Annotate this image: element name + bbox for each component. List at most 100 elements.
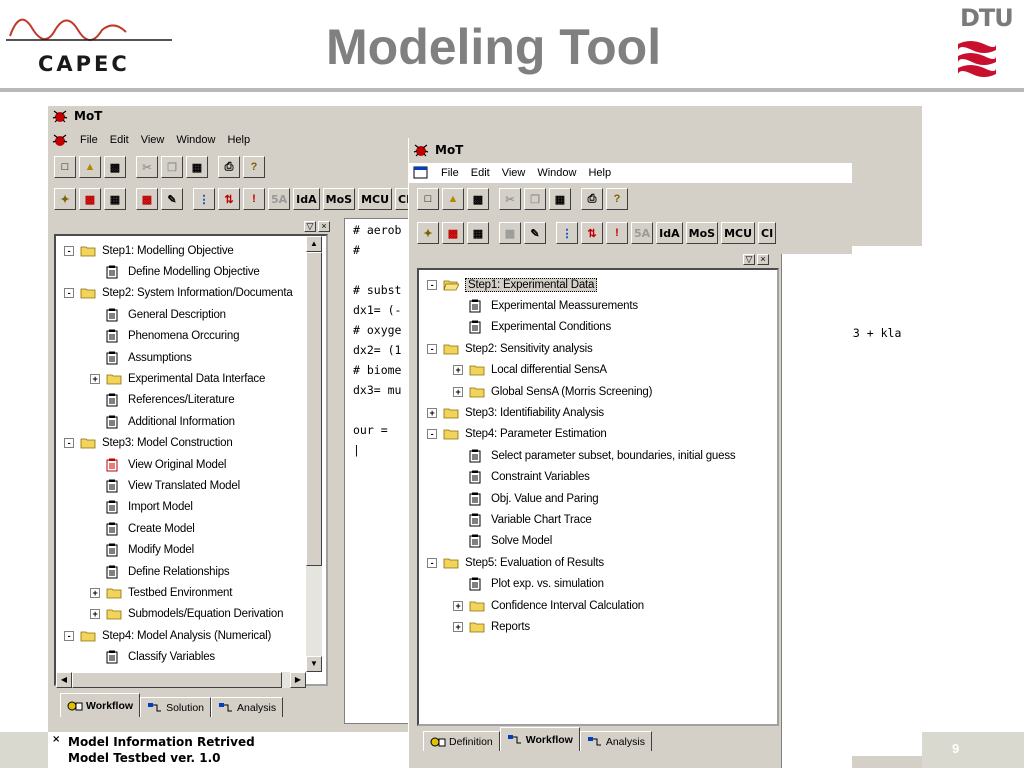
paste-icon[interactable]: ▦ [186, 156, 208, 178]
title-bar[interactable]: MoT [48, 106, 922, 126]
close-pane-button[interactable]: × [757, 254, 769, 265]
tree-item[interactable]: + Global SensA (Morris Screening) [427, 381, 777, 402]
menu-edit[interactable]: Edit [471, 167, 490, 179]
tree-item[interactable]: Experimental Conditions [427, 317, 777, 338]
wand-icon[interactable]: ✦ [54, 188, 76, 210]
tree-item[interactable]: Constraint Variables [427, 467, 777, 488]
window-icon[interactable] [413, 166, 429, 180]
tab-analysis[interactable]: Analysis [579, 731, 652, 751]
tree-item[interactable]: + Submodels/Equation Derivation [64, 604, 326, 625]
scroll-right-button[interactable]: ▶ [290, 672, 306, 688]
scroll-left-button[interactable]: ◀ [56, 672, 72, 688]
sensitivity-button[interactable]: 5A [631, 222, 654, 244]
menu-edit[interactable]: Edit [110, 134, 129, 146]
wand-icon[interactable]: ✦ [417, 222, 439, 244]
title-bar[interactable]: MoT [409, 138, 852, 162]
tree-item[interactable]: Phenomena Orccuring [64, 326, 326, 347]
tab-workflow[interactable]: Workflow [499, 727, 580, 751]
tab-workflow[interactable]: Workflow [60, 693, 141, 717]
tree-item[interactable]: Assumptions [64, 347, 326, 368]
tree-item[interactable]: - Step4: Model Analysis (Numerical) [64, 625, 326, 646]
edit-icon[interactable]: ✎ [524, 222, 546, 244]
model-icon[interactable]: ▩ [499, 222, 521, 244]
tree-item[interactable]: View Translated Model [64, 475, 326, 496]
tree-item[interactable]: Modify Model [64, 539, 326, 560]
collapse-icon[interactable]: - [427, 343, 437, 354]
save-icon[interactable]: ▩ [104, 156, 126, 178]
menu-help[interactable]: Help [588, 167, 611, 179]
model-solve-button[interactable]: MoS [322, 188, 356, 210]
restore-pane-button[interactable]: ▽ [743, 254, 755, 265]
matrix-icon[interactable]: ⋮ [193, 188, 215, 210]
menu-file[interactable]: File [80, 134, 98, 146]
tree-item[interactable]: + Step3: Identifiability Analysis [427, 402, 777, 423]
help-icon[interactable]: ? [606, 188, 628, 210]
new-file-icon[interactable]: □ [54, 156, 76, 178]
collapse-icon[interactable]: - [64, 438, 74, 449]
grid-icon[interactable]: ▦ [104, 188, 126, 210]
copy-icon[interactable]: ❐ [524, 188, 546, 210]
chart-icon[interactable]: ▩ [79, 188, 101, 210]
mot-bug-icon[interactable] [52, 133, 68, 147]
edit-icon[interactable]: ✎ [161, 188, 183, 210]
save-icon[interactable]: ▩ [467, 188, 489, 210]
tree-item[interactable]: Select parameter subset, boundaries, ini… [427, 445, 777, 466]
scroll-up-button[interactable]: ▲ [306, 236, 322, 252]
tree-item[interactable]: Additional Information [64, 411, 326, 432]
collapse-icon[interactable]: - [64, 630, 74, 641]
tree-item[interactable]: View Original Model [64, 454, 326, 475]
menu-help[interactable]: Help [227, 134, 250, 146]
expand-icon[interactable]: + [90, 587, 100, 598]
open-folder-icon[interactable]: ▲ [79, 156, 101, 178]
sensitivity-button[interactable]: 5A [268, 188, 291, 210]
tree-item[interactable]: Define Modelling Objective [64, 261, 326, 282]
tree-item[interactable]: Define Relationships [64, 561, 326, 582]
tree-item[interactable]: - Step5: Evaluation of Results [427, 552, 777, 573]
paste-icon[interactable]: ▦ [549, 188, 571, 210]
expand-icon[interactable]: + [90, 609, 100, 620]
tree-item[interactable]: + Local differential SensA [427, 360, 777, 381]
transform-icon[interactable]: ⇅ [581, 222, 603, 244]
expand-icon[interactable]: + [427, 408, 437, 419]
collapse-icon[interactable]: - [427, 429, 437, 440]
matrix-icon[interactable]: ⋮ [556, 222, 578, 244]
expand-icon[interactable]: + [453, 600, 463, 611]
exclamation-icon[interactable]: ! [606, 222, 628, 244]
tree-item[interactable]: Variable Chart Trace [427, 509, 777, 530]
tree-item[interactable]: Obj. Value and Paring [427, 488, 777, 509]
grid-icon[interactable]: ▦ [467, 222, 489, 244]
identifiability-button[interactable]: IdA [293, 188, 320, 210]
chart-icon[interactable]: ▩ [442, 222, 464, 244]
collapse-icon[interactable]: - [427, 279, 437, 290]
tree-item[interactable]: Plot exp. vs. simulation [427, 573, 777, 594]
status-close-icon[interactable]: × [52, 734, 60, 745]
model-code-editor[interactable]: # aerob # # subst dx1= (- # oxyge dx2= (1 # bi… [344, 218, 414, 724]
hscroll-thumb[interactable] [72, 672, 282, 688]
menu-window[interactable]: Window [537, 167, 576, 179]
tree-item[interactable]: References/Literature [64, 390, 326, 411]
expand-icon[interactable]: + [453, 365, 463, 376]
tab-analysis[interactable]: Analysis [211, 697, 284, 717]
tree-item[interactable]: - Step1: Experimental Data [427, 274, 777, 295]
new-file-icon[interactable]: □ [417, 188, 439, 210]
tree-item[interactable]: Classify Variables [64, 646, 326, 667]
model-icon[interactable]: ▩ [136, 188, 158, 210]
print-icon[interactable]: ⎙ [218, 156, 240, 178]
expand-icon[interactable]: + [453, 621, 463, 632]
tree-horizontal-scrollbar[interactable]: ◀ ▶ [56, 672, 306, 688]
ci-button[interactable]: CI [758, 222, 777, 244]
transform-icon[interactable]: ⇅ [218, 188, 240, 210]
tree-item[interactable]: Create Model [64, 518, 326, 539]
tree-vertical-scrollbar[interactable]: ▲ ▼ [306, 236, 322, 672]
tree-item[interactable]: - Step1: Modelling Objective [64, 240, 326, 261]
tree-item[interactable]: Solve Model [427, 531, 777, 552]
menu-file[interactable]: File [441, 167, 459, 179]
tab-definition[interactable]: Definition [423, 731, 500, 751]
scroll-thumb[interactable] [306, 252, 322, 566]
copy-icon[interactable]: ❐ [161, 156, 183, 178]
tree-item[interactable]: - Step3: Model Construction [64, 433, 326, 454]
exclamation-icon[interactable]: ! [243, 188, 265, 210]
collapse-icon[interactable]: - [64, 288, 74, 299]
model-solve-button[interactable]: MoS [685, 222, 719, 244]
tree-item[interactable]: Import Model [64, 497, 326, 518]
